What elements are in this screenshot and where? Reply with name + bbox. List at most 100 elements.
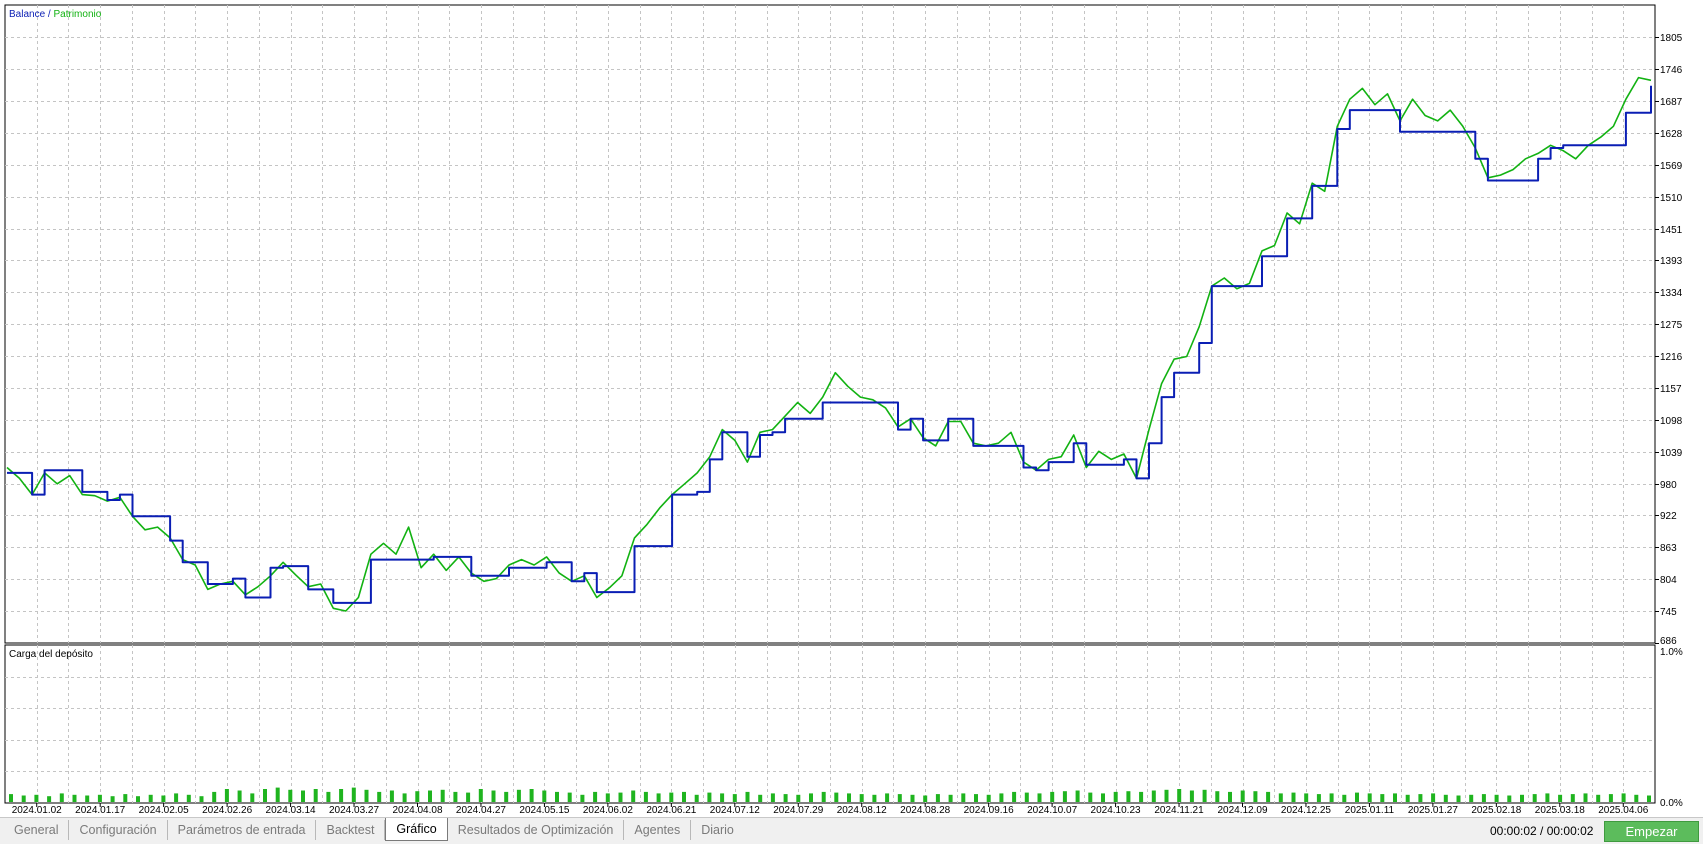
deposit-load-bar [174,793,179,802]
deposit-load-bar [123,794,128,802]
deposit-load-bar [783,794,788,802]
tab-resultados-de-optimizacion[interactable]: Resultados de Optimización [448,820,625,840]
deposit-load-bar [72,794,77,802]
y-tick-label: 863 [1660,543,1677,554]
deposit-load-bar [402,793,407,802]
deposit-load-bar [1062,791,1067,802]
y-tick-label: 804 [1660,575,1677,586]
x-tick-label: 2024.01.02 [12,805,62,816]
x-tick-label: 2024.08.28 [900,805,950,816]
x-tick-label: 2024.03.27 [329,805,379,816]
sub-scale-bottom: 0.0% [1660,798,1683,809]
deposit-load-bar [580,794,585,802]
deposit-load-bar [1177,789,1182,802]
tab-grafico[interactable]: Gráfico [385,818,448,841]
deposit-load-bar [1481,794,1486,802]
deposit-load-bar [1418,794,1423,802]
x-tick-label: 2024.04.08 [392,805,442,816]
deposit-load-bar [999,793,1004,802]
deposit-load-bar [1380,794,1385,802]
deposit-load-bar [1583,793,1588,802]
tab-strip: General Configuración Parámetros de entr… [4,818,744,845]
deposit-load-bar [1291,792,1296,802]
deposit-load-bar [643,791,648,802]
deposit-load-bar [161,795,166,802]
y-tick-label: 1805 [1660,33,1683,44]
deposit-load-bar [85,795,90,802]
deposit-load-bar [847,793,851,802]
y-tick-label: 922 [1660,511,1677,522]
x-tick-label: 2024.10.23 [1091,805,1141,816]
y-tick-label: 1216 [1660,352,1683,363]
tab-general[interactable]: General [4,820,70,840]
deposit-load-bar [1101,793,1105,802]
tab-diario[interactable]: Diario [691,820,744,840]
y-tick-label: 1510 [1660,193,1683,204]
deposit-load-bar [478,789,483,802]
legend-balance: Balance [9,9,46,20]
deposit-load-bar [21,795,26,802]
deposit-load-bar [1113,791,1118,802]
deposit-load-bar [809,793,813,802]
deposit-load-bar [1647,795,1651,802]
tab-agentes[interactable]: Agentes [624,820,692,840]
deposit-load-bar [415,791,420,802]
tab-configuracion[interactable]: Configuración [69,820,168,840]
deposit-load-bar [148,794,153,802]
deposit-load-bar [1393,793,1397,802]
elapsed-timer: 00:00:02 / 00:00:02 [1490,824,1594,838]
deposit-load-bar [1088,792,1093,802]
deposit-load-bar [504,791,509,802]
deposit-load-bar [250,793,255,802]
y-axis-ticks: 1805 1746 1687 1628 1569 1510 1451 1393 1334 1275… [1655,33,1683,647]
y-tick-label: 1039 [1660,448,1683,459]
deposit-load-bar [364,789,369,802]
deposit-load-bar [974,794,978,802]
deposit-load-bar [1316,794,1321,802]
x-tick-label: 2024.05.15 [519,805,569,816]
deposit-load-bar [1507,795,1512,802]
x-tick-label: 2024.08.12 [837,805,887,816]
x-tick-label: 2024.01.17 [75,805,125,816]
deposit-load-bar [1215,791,1220,802]
deposit-load-bar [961,793,966,802]
deposit-load-bar [326,791,331,802]
deposit-load-bar [1228,791,1232,802]
deposit-load-bar [1329,793,1334,802]
x-tick-label: 2024.02.05 [139,805,189,816]
deposit-load-bar [1431,793,1436,802]
y-tick-label: 980 [1660,480,1677,491]
deposit-load-bar [1456,795,1461,802]
x-tick-label: 2024.02.26 [202,805,252,816]
start-button[interactable]: Empezar [1604,821,1699,842]
deposit-load-bar [1634,794,1639,802]
deposit-load-bar [1139,791,1144,802]
deposit-load-bar [1024,792,1029,802]
deposit-load-bar [1253,791,1258,802]
tab-parametros-de-entrada[interactable]: Parámetros de entrada [168,820,317,840]
deposit-load-bar [745,791,750,802]
y-tick-label: 1569 [1660,161,1683,172]
x-tick-label: 2024.12.09 [1217,805,1267,816]
deposit-load-bar [313,789,318,802]
deposit-load-bar [1443,794,1448,802]
deposit-load-bar [1266,791,1271,802]
tab-backtest[interactable]: Backtest [316,820,386,840]
deposit-load-bar [694,794,699,802]
deposit-load-bar [47,796,52,802]
deposit-load-bar [1278,793,1283,802]
deposit-load-bar [377,791,382,802]
y-tick-label: 1628 [1660,129,1683,140]
deposit-load-bar [1520,794,1524,802]
deposit-load-bar [1075,790,1080,802]
deposit-load-bar [1151,790,1156,802]
deposit-load-bar [275,787,280,802]
y-tick-label: 1393 [1660,256,1683,267]
x-tick-label: 2024.03.14 [266,805,316,816]
deposit-load-bar [682,791,686,802]
legend-separator: / [45,9,53,20]
x-tick-label: 2024.04.27 [456,805,506,816]
x-tick-label: 2024.10.07 [1027,805,1077,816]
sub-panel-title: Carga del depósito [9,649,93,660]
deposit-load-bar [136,796,140,802]
